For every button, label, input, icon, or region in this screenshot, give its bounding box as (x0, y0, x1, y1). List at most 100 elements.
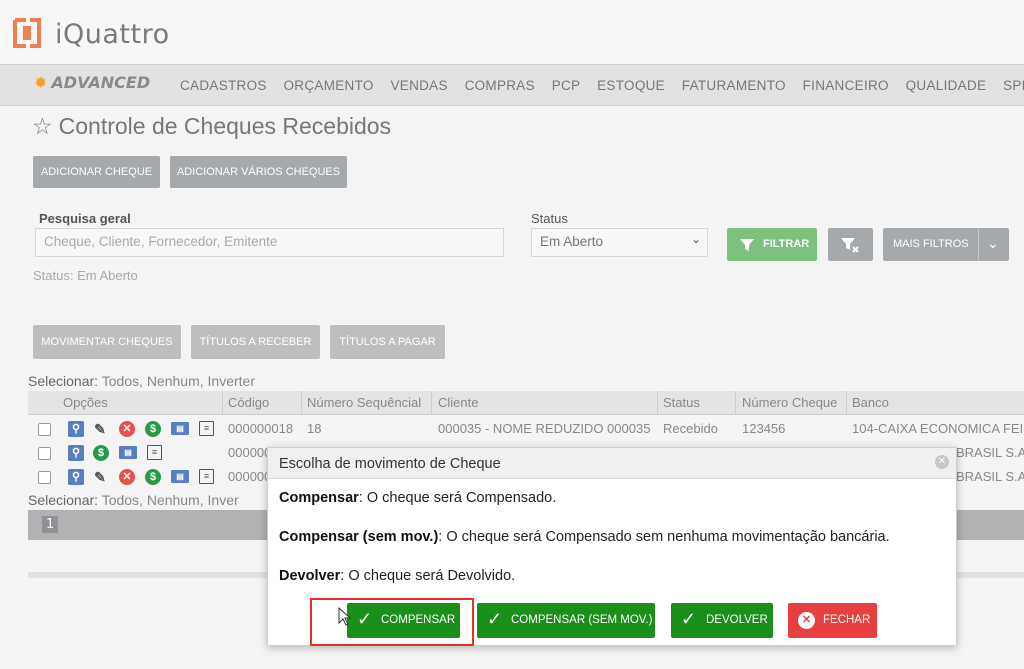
filter-button-label: FILTRAR (763, 238, 810, 250)
search-icon[interactable]: ⚲ (68, 469, 84, 485)
cell-codigo: 000000018 (228, 421, 294, 436)
clear-filter-button[interactable] (828, 228, 873, 261)
cancel-icon[interactable]: ✕ (119, 469, 135, 485)
status-select[interactable]: Em Aberto ⌄ (531, 228, 708, 257)
list-icon[interactable]: ≡ (147, 445, 162, 460)
devolver-button[interactable]: ✓ DEVOLVER (671, 603, 773, 638)
dollar-icon[interactable]: $ (93, 445, 109, 461)
titles-receivable-button[interactable]: TÍTULOS A RECEBER (191, 325, 320, 359)
cancel-icon[interactable]: ✕ (119, 421, 135, 437)
dialog-line-compensar-sem-mov: Compensar (sem mov.): O cheque será Comp… (279, 529, 890, 545)
row-checkbox[interactable] (38, 471, 51, 484)
column-separator (222, 391, 223, 414)
status-select-value: Em Aberto (540, 234, 604, 249)
chevron-down-icon: ⌄ (987, 235, 999, 251)
menu-item-estoque[interactable]: ESTOQUE (597, 78, 665, 93)
check-icon: ✓ (487, 609, 503, 629)
move-cheques-button[interactable]: MOVIMENTAR CHEQUES (33, 325, 181, 359)
column-separator (846, 391, 847, 414)
add-many-cheques-button[interactable]: ADICIONAR VÁRIOS CHEQUES (170, 156, 347, 188)
column-header-cliente[interactable]: Cliente (438, 395, 478, 410)
column-header-status[interactable]: Status (663, 395, 700, 410)
edition-label: ADVANCED (51, 73, 151, 92)
check-icon: ✓ (681, 609, 697, 629)
selection-bar-bottom: Selecionar: Todos, Nenhum, Inver (28, 492, 239, 508)
menu-item-pcp[interactable]: PCP (552, 78, 581, 93)
edit-pencil-icon[interactable]: ✎ (92, 421, 108, 437)
add-cheque-button[interactable]: ADICIONAR CHEQUE (33, 156, 160, 188)
column-header-sequencial[interactable]: Número Sequêncial (307, 395, 421, 410)
card-icon[interactable]: ▤ (171, 422, 189, 435)
status-label: Status (531, 211, 568, 226)
close-icon[interactable]: ✕ (935, 455, 949, 469)
dialog-line-devolver: Devolver: O cheque será Devolvido. (279, 568, 515, 584)
gear-icon: ✹ (34, 73, 48, 92)
chevron-down-icon: ⌄ (690, 232, 701, 246)
dialog-header: Escolha de movimento de Cheque ✕ (268, 448, 956, 479)
column-separator (735, 391, 736, 414)
cell-numero-cheque: 123456 (742, 421, 786, 436)
cell-banco: BRASIL S.A. (956, 469, 1024, 484)
dialog-description: : O cheque será Compensado sem nenhuma m… (438, 529, 890, 545)
main-menu-bar: ✹ ADVANCED CADASTROS ORÇAMENTO VENDAS COM… (0, 64, 1024, 106)
dollar-icon[interactable]: $ (145, 469, 161, 485)
row-checkbox[interactable] (38, 447, 51, 460)
dialog-description: : O cheque será Compensado. (358, 490, 557, 506)
filter-button[interactable]: FILTRAR (727, 228, 817, 261)
column-separator (657, 391, 658, 414)
table-row[interactable]: ⚲ ✎ ✕ $ ▤ ≡ 000000018 18 000035 - NOME R… (28, 417, 1024, 441)
cell-cliente: 000035 - NOME REDUZIDO 000035 (438, 421, 651, 436)
selection-options[interactable]: Todos, Nenhum, Inver (102, 492, 239, 508)
menu-item-vendas[interactable]: VENDAS (390, 78, 447, 93)
menu-item-orcamento[interactable]: ORÇAMENTO (283, 78, 373, 93)
row-checkbox[interactable] (38, 423, 51, 436)
top-bar: iQuattro (0, 0, 1024, 64)
cell-banco: BRASIL S.A. (956, 445, 1024, 460)
search-label: Pesquisa geral (39, 211, 131, 226)
search-icon[interactable]: ⚲ (68, 445, 84, 461)
dialog-term: Devolver (279, 568, 341, 584)
dialog-line-compensar: Compensar: O cheque será Compensado. (279, 490, 556, 506)
compensar-sem-mov-button[interactable]: ✓ COMPENSAR (SEM MOV.) (477, 603, 655, 638)
button-divider (978, 228, 979, 261)
list-icon[interactable]: ≡ (199, 469, 214, 484)
column-header-banco[interactable]: Banco (852, 395, 889, 410)
dialog-description: : O cheque será Devolvido. (340, 568, 516, 584)
titles-payable-button[interactable]: TÍTULOS A PAGAR (330, 325, 445, 359)
menu-item-qualidade[interactable]: QUALIDADE (906, 78, 987, 93)
cell-codigo: 000000 (228, 469, 272, 484)
more-filters-button[interactable]: MAIS FILTROS ⌄ (883, 228, 1009, 261)
selection-options[interactable]: Todos, Nenhum, Inverter (102, 373, 255, 389)
star-icon[interactable]: ☆ (32, 113, 53, 139)
search-icon[interactable]: ⚲ (68, 421, 84, 437)
search-input[interactable]: Cheque, Cliente, Fornecedor, Emitente (35, 228, 504, 257)
menu-item-cadastros[interactable]: CADASTROS (180, 78, 267, 93)
menu-item-spe[interactable]: SPE (1003, 78, 1024, 93)
advanced-badge: ✹ ADVANCED (34, 73, 150, 92)
column-header-numero-cheque[interactable]: Número Cheque (742, 395, 837, 410)
brand-name: iQuattro (55, 19, 170, 50)
dollar-icon[interactable]: $ (145, 421, 161, 437)
page-number-button[interactable]: 1 (42, 516, 59, 533)
funnel-icon (740, 239, 754, 251)
cell-banco: 104-CAIXA ECONOMICA FEI (852, 421, 1024, 436)
column-separator (431, 391, 432, 414)
fechar-button[interactable]: ✕ FECHAR (788, 603, 877, 638)
devolver-button-label: DEVOLVER (706, 614, 768, 626)
menu-item-compras[interactable]: COMPRAS (465, 78, 535, 93)
annotation-highlight (310, 598, 474, 646)
column-header-codigo[interactable]: Código (228, 395, 269, 410)
edit-pencil-icon[interactable]: ✎ (92, 469, 108, 485)
column-header-opcoes[interactable]: Opções (63, 395, 108, 410)
funnel-clear-icon (841, 238, 859, 253)
menu-item-faturamento[interactable]: FATURAMENTO (682, 78, 786, 93)
page-title-text: Controle de Cheques Recebidos (58, 113, 392, 139)
menu-item-financeiro[interactable]: FINANCEIRO (803, 78, 889, 93)
menu-items: CADASTROS ORÇAMENTO VENDAS COMPRAS PCP E… (180, 78, 1024, 93)
card-icon[interactable]: ▤ (171, 470, 189, 483)
list-icon[interactable]: ≡ (199, 421, 214, 436)
more-filters-label: MAIS FILTROS (893, 238, 969, 250)
card-icon[interactable]: ▤ (119, 446, 137, 459)
close-circle-icon: ✕ (798, 612, 815, 629)
status-summary: Status: Em Aberto (33, 268, 138, 283)
